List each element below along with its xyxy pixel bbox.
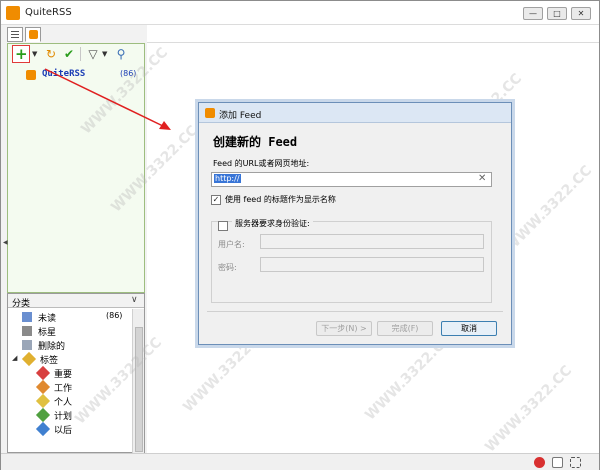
categories-header[interactable]: 分类 ∨: [8, 294, 144, 309]
feeds-toolbar: + ▼ ↻ ✔ ▽ ▼ ⚲: [10, 44, 142, 64]
auth-checkbox[interactable]: [218, 221, 228, 231]
password-input[interactable]: [260, 257, 484, 272]
window-title: QuiteRSS: [25, 7, 72, 18]
label-later[interactable]: 以后: [8, 421, 128, 437]
chevron-down-icon[interactable]: ∨: [131, 295, 138, 305]
category-label: 标星: [38, 328, 57, 338]
label-plan[interactable]: 计划: [8, 407, 128, 423]
label-tag-icon: [35, 379, 51, 395]
auth-groupbox: 服务器要求身份验证: 用户名: 密码:: [211, 218, 492, 303]
category-label: 删除的: [38, 342, 66, 352]
category-starred[interactable]: 标星: [8, 324, 128, 338]
tag-icon: [21, 351, 37, 367]
unread-icon: [22, 312, 32, 322]
list-icon: [11, 31, 19, 38]
cancel-button[interactable]: 取消: [441, 321, 497, 336]
next-button[interactable]: 下一步(N) >: [316, 321, 372, 336]
url-input[interactable]: http:// ✕: [211, 172, 492, 187]
url-label: Feed 的URL或者网页地址:: [213, 159, 310, 168]
finish-button[interactable]: 完成(F): [377, 321, 433, 336]
tab-feeds-rss[interactable]: [25, 27, 41, 42]
category-label: 个人: [54, 398, 73, 408]
rss-logo-icon: [6, 6, 20, 20]
close-button[interactable]: ✕: [571, 7, 591, 20]
rss-icon: [29, 30, 38, 39]
fullscreen-icon[interactable]: [570, 457, 581, 468]
auth-label: 服务器要求身份验证:: [232, 218, 313, 229]
label-tag-icon: [35, 393, 51, 409]
update-icon[interactable]: ↻: [44, 47, 58, 61]
clear-input-icon[interactable]: ✕: [478, 173, 486, 184]
use-title-label: 使用 feed 的标题作为显示名称: [225, 195, 336, 204]
status-bar: [1, 453, 599, 470]
plus-icon: +: [15, 45, 28, 63]
rss-icon: [205, 108, 215, 118]
tab-feeds-list[interactable]: [7, 27, 23, 42]
label-tag-icon: [35, 407, 51, 423]
username-label: 用户名:: [218, 240, 245, 249]
label-tag-icon: [35, 365, 51, 381]
dialog-title: 添加 Feed: [219, 111, 262, 121]
category-label: 以后: [54, 426, 73, 436]
feed-rss-icon: [26, 70, 36, 80]
password-label: 密码:: [218, 263, 237, 272]
feed-name: QuiteRSS: [42, 69, 86, 79]
category-label: 标签: [40, 356, 59, 366]
title-bar: QuiteRSS — □ ✕: [1, 1, 599, 25]
star-icon: [22, 326, 32, 336]
collapse-panel-arrow-icon[interactable]: ◀: [3, 239, 8, 246]
categories-scrollbar[interactable]: [132, 309, 144, 453]
dialog-title-bar: 添加 Feed: [199, 103, 511, 123]
add-dropdown-caret-icon[interactable]: ▼: [32, 50, 37, 58]
label-tag-icon: [35, 421, 51, 437]
filter-icon[interactable]: ▽: [86, 47, 100, 61]
content-divider: [147, 42, 599, 43]
mark-read-icon[interactable]: ✔: [62, 47, 76, 61]
category-label: 未读: [38, 314, 57, 324]
toolbar-separator: [80, 47, 81, 61]
filter-dropdown-caret-icon[interactable]: ▼: [102, 50, 107, 58]
window-mode-icon[interactable]: [552, 457, 563, 468]
minimize-button[interactable]: —: [523, 7, 543, 20]
maximize-button[interactable]: □: [547, 7, 567, 20]
dialog-heading: 创建新的 Feed: [213, 135, 298, 149]
search-icon[interactable]: ⚲: [114, 47, 128, 61]
main-window: QuiteRSS — □ ✕ + ▼ ↻ ✔ ▽ ▼ ⚲ QuiteRSS (8…: [0, 0, 600, 470]
category-label: 重要: [54, 370, 73, 380]
dialog-footer-divider: [207, 311, 503, 312]
category-label: 计划: [54, 412, 73, 422]
category-deleted[interactable]: 删除的: [8, 338, 128, 352]
use-title-checkbox[interactable]: ✓: [211, 195, 221, 205]
panel-tab-bar: [7, 27, 45, 42]
url-value: http://: [214, 174, 241, 183]
category-unread[interactable]: 未读 (86): [8, 310, 128, 324]
category-labels[interactable]: ◢ 标签: [8, 351, 128, 367]
trash-icon: [22, 340, 32, 350]
categories-title: 分类: [12, 299, 31, 309]
add-feed-dialog: 添加 Feed 创建新的 Feed Feed 的URL或者网页地址: http:…: [198, 102, 512, 345]
category-label: 工作: [54, 384, 73, 394]
expand-triangle-icon[interactable]: ◢: [12, 354, 17, 362]
opera-icon[interactable]: [534, 457, 545, 468]
username-input[interactable]: [260, 234, 484, 249]
category-count: (86): [106, 311, 123, 320]
add-feed-button[interactable]: +: [12, 45, 30, 63]
